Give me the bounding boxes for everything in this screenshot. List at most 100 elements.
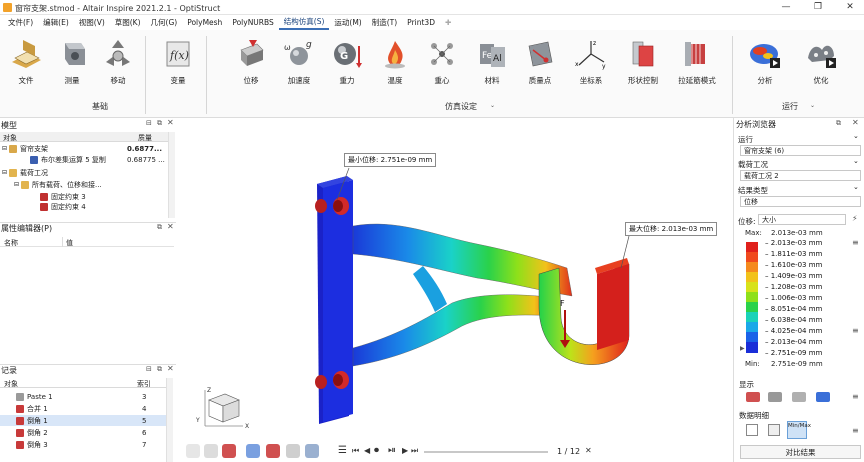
menu-sketch[interactable]: 草图(K) (110, 16, 146, 29)
menu-file[interactable]: 文件(F) (3, 16, 38, 29)
acceleration-button[interactable]: gω 加速度 (278, 36, 320, 96)
view-cube[interactable]: Z X Y (195, 386, 255, 436)
next-frame-button[interactable]: ▶ (402, 446, 408, 455)
snapshot-icon[interactable] (246, 444, 260, 458)
legend-swatch (746, 332, 758, 343)
float-icon[interactable]: ⧉ (157, 223, 162, 232)
view-icon[interactable] (186, 444, 200, 458)
axis-x-label: X (245, 423, 249, 430)
tree-item-part[interactable]: ⊟ 窗帘支架 0.6877... (2, 143, 168, 154)
legend-value: – 4.025e-04 mm (765, 327, 823, 335)
tree-item-constraint-3[interactable]: 固定约束 3 (40, 191, 168, 202)
material-button[interactable]: Fe Al 材料 (471, 36, 513, 96)
chevron-down-icon[interactable]: ⌄ (853, 157, 859, 165)
file-button[interactable]: 文件 (5, 36, 47, 96)
float-icon[interactable]: ⧉ (836, 119, 841, 128)
tree-item-boolean[interactable]: 布尔差集运算 5 复制 0.68775 ... (30, 154, 170, 165)
stop-button[interactable]: ⏺ (374, 445, 379, 456)
chevron-down-icon[interactable]: ⌄ (490, 102, 495, 109)
tree-item-loadcases[interactable]: ⊟ 载荷工况 (2, 167, 168, 178)
last-frame-button[interactable]: ⏭ (411, 446, 418, 456)
display-icon[interactable] (204, 444, 218, 458)
log-scrollbar[interactable] (166, 378, 173, 462)
menu-icon[interactable]: ≡ (852, 238, 859, 247)
menu-icon[interactable]: ≡ (852, 326, 859, 335)
menu-edit[interactable]: 编辑(E) (38, 16, 74, 29)
probe-icon[interactable] (286, 444, 300, 458)
3d-viewport[interactable]: F 最小位移: 2.751e-09 mm 最大位移: 2.013e-03 mm … (177, 118, 732, 462)
group-basic-label: 基础 (92, 102, 108, 111)
clip-tool-icon[interactable] (768, 424, 780, 436)
chevron-down-icon[interactable]: ⌄ (810, 102, 815, 109)
mesh-icon[interactable] (266, 444, 280, 458)
loadcase-select[interactable]: 载荷工况 2 (740, 170, 861, 181)
float-icon[interactable]: ⧉ (157, 365, 162, 374)
log-row[interactable]: 倒角 3 7 (16, 439, 166, 450)
close-button[interactable]: ✕ (842, 1, 858, 14)
tree-item-constraint-4[interactable]: 固定约束 4 (40, 203, 168, 211)
lightning-icon[interactable]: ⚡ (852, 214, 858, 223)
overlay-icon[interactable] (792, 392, 806, 402)
minimize-button[interactable]: — (778, 1, 794, 14)
model-scrollbar[interactable] (168, 132, 175, 218)
analyze-button[interactable]: 分析 (744, 36, 786, 96)
play-button[interactable]: ⏯ (388, 445, 396, 456)
menu-view[interactable]: 视图(V) (74, 16, 110, 29)
optimize-button[interactable]: 优化 (800, 36, 842, 96)
float-icon[interactable]: ⧉ (157, 119, 162, 128)
frame-slider[interactable] (424, 451, 548, 453)
center-of-gravity-button[interactable]: 重心 (421, 36, 463, 96)
menu-manufacture[interactable]: 制造(T) (367, 16, 402, 29)
animation-icon[interactable] (305, 444, 319, 458)
chevron-down-icon[interactable]: ⌄ (853, 183, 859, 191)
close-icon[interactable]: ✕ (852, 118, 859, 127)
section-icon[interactable] (222, 444, 236, 458)
prev-frame-button[interactable]: ◀ (364, 446, 370, 455)
variable-button[interactable]: f(x) 变量 (157, 36, 199, 96)
measure-button[interactable]: 测量 (51, 36, 93, 96)
menu-icon[interactable]: ≡ (852, 426, 859, 435)
result-type-select[interactable]: 位移 (740, 196, 861, 207)
close-icon[interactable]: ✕ (167, 364, 174, 373)
menu-polymesh[interactable]: PolyMesh (182, 16, 227, 29)
menu-structure-sim[interactable]: 结构仿真(S) (278, 15, 330, 30)
shape-control-button[interactable]: 形状控制 (622, 36, 664, 96)
run-select[interactable]: 窗帘支架 (6) (740, 145, 861, 156)
draw-direction-button[interactable]: 拉延筋模式 (676, 36, 718, 96)
legend-value: – 1.610e-03 mm (765, 261, 823, 269)
bracket-model[interactable]: F (177, 118, 732, 462)
pin-icon[interactable]: ⊟ (146, 365, 152, 373)
log-row-selected[interactable]: 倒角 1 5 (0, 415, 166, 426)
close-icon[interactable]: ✕ (167, 118, 174, 127)
close-icon[interactable]: ✕ (167, 222, 174, 231)
tree-item-all-loads[interactable]: ⊟ 所有载荷、位移和接... (14, 179, 168, 190)
list-icon[interactable]: ☰ (338, 445, 347, 456)
menu-print3d[interactable]: Print3D (402, 16, 440, 29)
maximize-button[interactable]: ❐ (810, 1, 826, 14)
pin-icon[interactable]: ⊟ (146, 119, 152, 127)
close-icon[interactable]: ✕ (585, 446, 592, 455)
displacement-component-select[interactable]: 大小 (758, 214, 846, 225)
log-row[interactable]: 倒角 2 6 (16, 427, 166, 438)
menu-polynurbs[interactable]: PolyNURBS (227, 16, 278, 29)
move-button[interactable]: 移动 (97, 36, 139, 96)
temperature-button[interactable]: 温度 (374, 36, 416, 96)
log-row[interactable]: 合并 1 4 (16, 403, 166, 414)
probe-tool-icon[interactable] (746, 424, 758, 436)
displacement-button[interactable]: 位移 (230, 36, 272, 96)
contour-icon[interactable] (816, 392, 830, 402)
first-frame-button[interactable]: ⏮ (352, 446, 359, 456)
mass-point-button[interactable]: 质量点 (519, 36, 561, 96)
compare-results-button[interactable]: 对比结果 (740, 445, 861, 459)
undeformed-icon[interactable] (768, 392, 782, 402)
gravity-button[interactable]: G 重力 (326, 36, 368, 96)
add-tab-icon[interactable]: ✚ (440, 16, 456, 29)
log-row[interactable]: Paste 1 3 (16, 391, 166, 402)
deformed-icon[interactable] (746, 392, 760, 402)
menu-icon[interactable]: ≡ (852, 392, 859, 401)
menu-geometry[interactable]: 几何(G) (146, 16, 183, 29)
coordinate-system-button[interactable]: zxy 坐标系 (570, 36, 612, 96)
menu-motion[interactable]: 运动(M) (329, 16, 366, 29)
minmax-toggle[interactable]: Min/Max (787, 421, 811, 439)
chevron-down-icon[interactable]: ⌄ (853, 132, 859, 140)
